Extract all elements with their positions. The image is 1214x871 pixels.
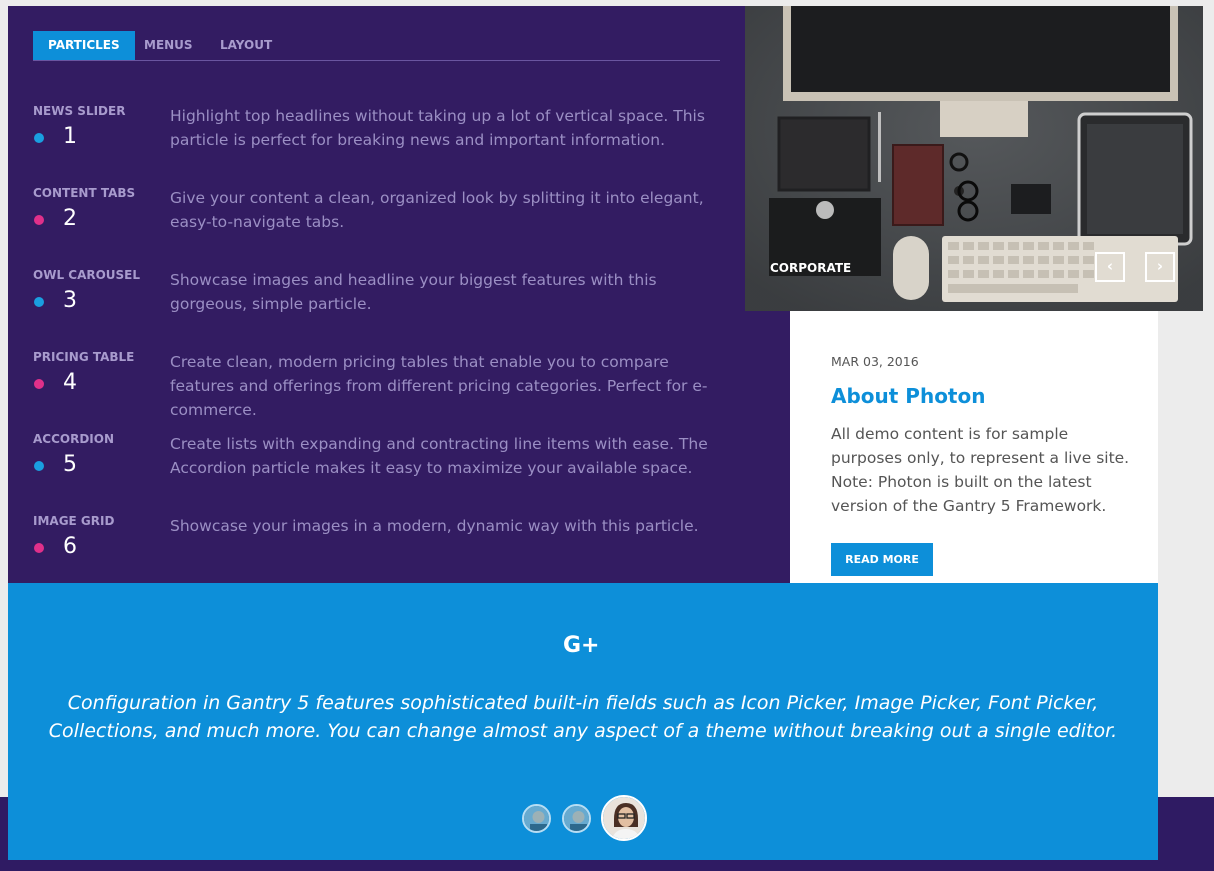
chevron-left-icon: ‹ — [1106, 257, 1114, 275]
avatar[interactable] — [562, 804, 591, 833]
particle-description: Give your content a clean, organized loo… — [170, 189, 704, 231]
particle-description: Highlight top headlines without taking u… — [170, 107, 705, 149]
chevron-right-icon: › — [1156, 257, 1164, 275]
particle-title: IMAGE GRID — [33, 514, 115, 528]
particle-number: 3 — [63, 288, 77, 313]
article-card: MAR 03, 2016 About Photon All demo conte… — [790, 311, 1158, 623]
list-item: IMAGE GRID 6 Showcase your images in a m… — [33, 514, 723, 584]
bullet-dot-icon — [34, 543, 44, 553]
particle-number: 4 — [63, 370, 77, 395]
tab-particles[interactable]: PARTICLES — [33, 31, 135, 60]
avatar[interactable] — [522, 804, 551, 833]
particle-title: NEWS SLIDER — [33, 104, 126, 118]
tab-layout[interactable]: LAYOUT — [220, 31, 272, 60]
particle-description: Showcase your images in a modern, dynami… — [170, 517, 699, 535]
list-item: PRICING TABLE 4 Create clean, modern pri… — [33, 350, 723, 420]
list-item: CONTENT TABS 2 Give your content a clean… — [33, 186, 723, 256]
avatar-image — [564, 806, 589, 831]
avatar-image — [603, 797, 645, 839]
particles-tabs: PARTICLES MENUS LAYOUT — [33, 31, 720, 61]
bullet-dot-icon — [34, 379, 44, 389]
read-more-button[interactable]: READ MORE — [831, 543, 933, 576]
testimonial-quote: Configuration in Gantry 5 features sophi… — [48, 692, 1118, 742]
list-item: OWL CAROUSEL 3 Showcase images and headl… — [33, 268, 723, 338]
particle-number: 2 — [63, 206, 77, 231]
google-plus-icon: G+ — [563, 633, 600, 658]
particles-panel: PARTICLES MENUS LAYOUT NEWS SLIDER 1 Hig… — [8, 6, 790, 583]
article-title[interactable]: About Photon — [831, 384, 985, 408]
category-label[interactable]: CORPORATE — [770, 261, 851, 275]
particle-title: OWL CAROUSEL — [33, 268, 141, 282]
particle-description: Create clean, modern pricing tables that… — [170, 353, 708, 419]
bullet-dot-icon — [34, 133, 44, 143]
article-date: MAR 03, 2016 — [831, 354, 919, 369]
particle-title: CONTENT TABS — [33, 186, 136, 200]
avatar-active[interactable] — [601, 795, 647, 841]
particle-number: 5 — [63, 452, 77, 477]
carousel-prev-button[interactable]: ‹ — [1095, 252, 1125, 282]
particle-description: Create lists with expanding and contract… — [170, 435, 708, 477]
list-item: NEWS SLIDER 1 Highlight top headlines wi… — [33, 104, 723, 174]
article-excerpt: All demo content is for sample purposes … — [831, 425, 1130, 515]
particle-number: 6 — [63, 534, 77, 559]
bullet-dot-icon — [34, 461, 44, 471]
testimonial-section: G+ Configuration in Gantry 5 features so… — [8, 583, 1158, 860]
particle-title: ACCORDION — [33, 432, 115, 446]
particle-title: PRICING TABLE — [33, 350, 135, 364]
tab-menus[interactable]: MENUS — [144, 31, 193, 60]
avatar-image — [524, 806, 549, 831]
feature-image: CORPORATE ‹ › — [745, 6, 1203, 311]
bullet-dot-icon — [34, 215, 44, 225]
bullet-dot-icon — [34, 297, 44, 307]
list-item: ACCORDION 5 Create lists with expanding … — [33, 432, 723, 502]
particle-description: Showcase images and headline your bigges… — [170, 271, 657, 313]
particle-number: 1 — [63, 124, 77, 149]
carousel-next-button[interactable]: › — [1145, 252, 1175, 282]
